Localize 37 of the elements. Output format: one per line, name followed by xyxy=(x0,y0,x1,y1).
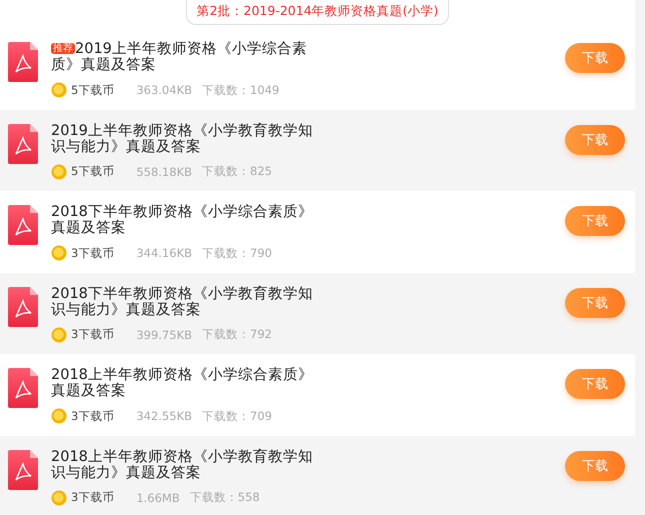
pdf-file-icon xyxy=(8,124,38,164)
price-text: 3下载币 xyxy=(71,408,114,424)
pdf-file-icon xyxy=(8,368,38,408)
file-title[interactable]: 2018下半年教师资格《小学教育教学知识与能力》真题及答案 xyxy=(51,286,321,318)
pdf-file-icon xyxy=(8,286,38,326)
price-text: 3下载币 xyxy=(71,246,114,260)
download-count: 下载数：792 xyxy=(202,327,272,342)
coin-icon xyxy=(51,164,67,180)
pdf-file-icon xyxy=(8,42,38,82)
pdf-file-icon xyxy=(8,205,38,245)
file-title[interactable]: $^{推荐}$ 2019上半年教师资格《小学综合素质》真题及答案 xyxy=(51,41,321,73)
section-heading: 第2批：2019-2014年教师资格真题(小学) xyxy=(186,0,450,25)
file-title[interactable]: 2018上半年教师资格《小学综合素质》真题及答案 xyxy=(51,367,321,399)
coin-icon xyxy=(51,408,67,424)
coin-icon xyxy=(51,490,67,506)
coin-icon xyxy=(51,82,67,98)
download-count: 下载数：790 xyxy=(202,246,272,260)
price-text: 5下载币 xyxy=(71,164,114,179)
price-text: 3下载币 xyxy=(71,327,114,342)
file-size: 342.55KB xyxy=(136,409,192,423)
coin-icon xyxy=(51,245,67,261)
download-count: 下载数：558 xyxy=(190,490,260,505)
download-count: 下载数：1049 xyxy=(202,82,280,98)
file-title[interactable]: 2018下半年教师资格《小学综合素质》真题及答案 xyxy=(51,204,321,236)
file-size: 344.16KB xyxy=(136,246,192,260)
file-title[interactable]: 2019上半年教师资格《小学教育教学知识与能力》真题及答案 xyxy=(51,122,321,154)
pdf-file-icon xyxy=(8,450,38,490)
file-size: 399.75KB xyxy=(136,328,192,342)
coin-icon xyxy=(51,326,67,342)
price-text: 5下载币 xyxy=(71,82,114,98)
file-title[interactable]: 2018上半年教师资格《小学教育教学知识与能力》真题及答案 xyxy=(51,448,321,480)
download-count: 下载数：709 xyxy=(202,408,272,424)
price-text: 3下载币 xyxy=(71,490,114,505)
file-size: 1.66MB xyxy=(136,490,180,504)
file-size: 363.04KB xyxy=(136,83,192,97)
file-size: 558.18KB xyxy=(136,164,192,178)
download-count: 下载数：825 xyxy=(202,164,272,179)
